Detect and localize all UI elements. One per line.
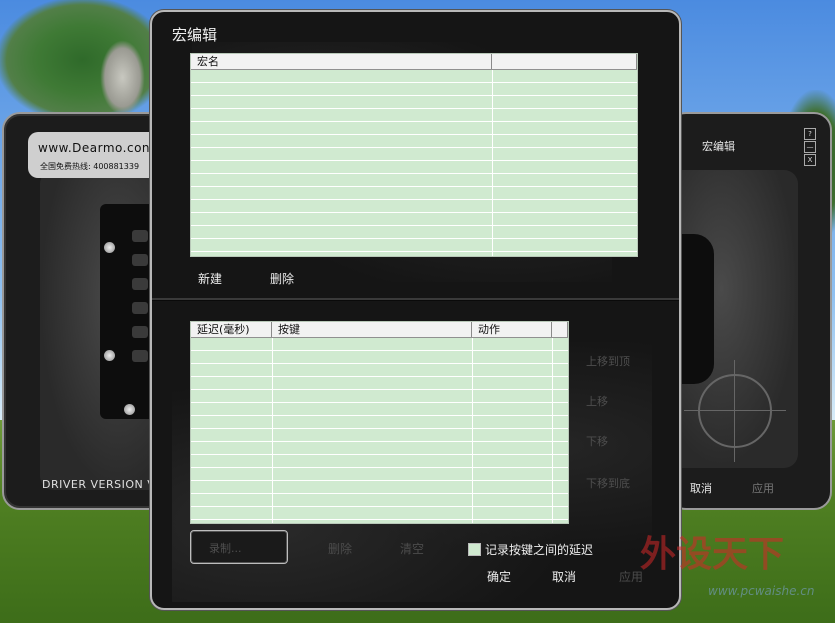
device-button	[132, 350, 148, 362]
macro-editor-back-window: 宏编辑 ? — X 取消 应用	[668, 112, 832, 510]
move-to-bottom-button[interactable]: 下移到底	[586, 475, 630, 491]
screw-icon	[124, 404, 135, 415]
column-header-key[interactable]: 按键	[272, 322, 472, 337]
move-up-button[interactable]: 上移	[586, 393, 608, 409]
minimize-icon[interactable]: —	[804, 141, 816, 153]
apply-button[interactable]: 应用	[752, 480, 774, 496]
move-to-top-button[interactable]: 上移到顶	[586, 353, 630, 369]
driver-main-window: www.Dearmo.con 全国免费热线: 400881339 DRIVER …	[2, 112, 174, 510]
crosshair-icon	[684, 360, 786, 462]
column-header-blank[interactable]	[492, 54, 637, 69]
macro-list[interactable]: 宏名	[190, 53, 638, 257]
macro-list-header: 宏名	[191, 54, 637, 70]
close-icon[interactable]: X	[804, 154, 816, 166]
device-button	[132, 302, 148, 314]
device-button	[132, 254, 148, 266]
column-header-action[interactable]: 动作	[472, 322, 552, 337]
help-icon[interactable]: ?	[804, 128, 816, 140]
ok-button[interactable]: 确定	[487, 568, 511, 585]
delete-macro-button[interactable]: 删除	[270, 270, 294, 287]
brand-url: www.Dearmo.con	[38, 141, 151, 155]
column-header-blank[interactable]	[552, 322, 568, 337]
cancel-button[interactable]: 取消	[690, 480, 712, 496]
macro-steps-list[interactable]: 延迟(毫秒) 按键 动作	[190, 321, 569, 524]
clear-button[interactable]: 清空	[400, 540, 424, 557]
screw-icon	[104, 242, 115, 253]
new-button[interactable]: 新建	[198, 270, 222, 287]
screw-icon	[104, 350, 115, 361]
steps-list-header: 延迟(毫秒) 按键 动作	[191, 322, 568, 338]
section-divider	[152, 298, 679, 301]
column-header-macro-name[interactable]: 宏名	[191, 54, 492, 69]
column-divider	[272, 338, 273, 523]
cancel-button[interactable]: 取消	[552, 568, 576, 585]
column-divider	[472, 338, 473, 523]
watermark-url: www.pcwaishe.cn	[708, 584, 815, 598]
macro-editor-dialog: 宏编辑 宏名 新建 删除 延迟(毫秒) 按键 动作 上移到顶 上移 下移 下移到…	[150, 10, 681, 610]
record-delay-label[interactable]: 记录按键之间的延迟	[485, 541, 593, 558]
brand-hotline: 全国免费热线: 400881339	[40, 162, 140, 171]
watermark-logo: 外设天下	[640, 533, 785, 575]
column-header-delay[interactable]: 延迟(毫秒)	[191, 322, 272, 337]
column-divider	[492, 70, 493, 256]
device-button	[132, 230, 148, 242]
macro-list-rows[interactable]	[191, 70, 637, 256]
delete-step-button[interactable]: 删除	[328, 540, 352, 557]
steps-list-rows[interactable]	[191, 338, 568, 523]
record-button-label: 录制...	[209, 542, 242, 555]
record-button[interactable]: 录制...	[190, 530, 288, 564]
device-button	[132, 326, 148, 338]
desktop-rock	[100, 40, 145, 115]
move-down-button[interactable]: 下移	[586, 433, 608, 449]
dialog-title: 宏编辑	[172, 26, 218, 44]
driver-version: DRIVER VERSION V	[42, 478, 156, 491]
window-title: 宏编辑	[702, 140, 735, 153]
record-delay-checkbox[interactable]	[468, 543, 481, 556]
device-button	[132, 278, 148, 290]
column-divider	[552, 338, 553, 523]
